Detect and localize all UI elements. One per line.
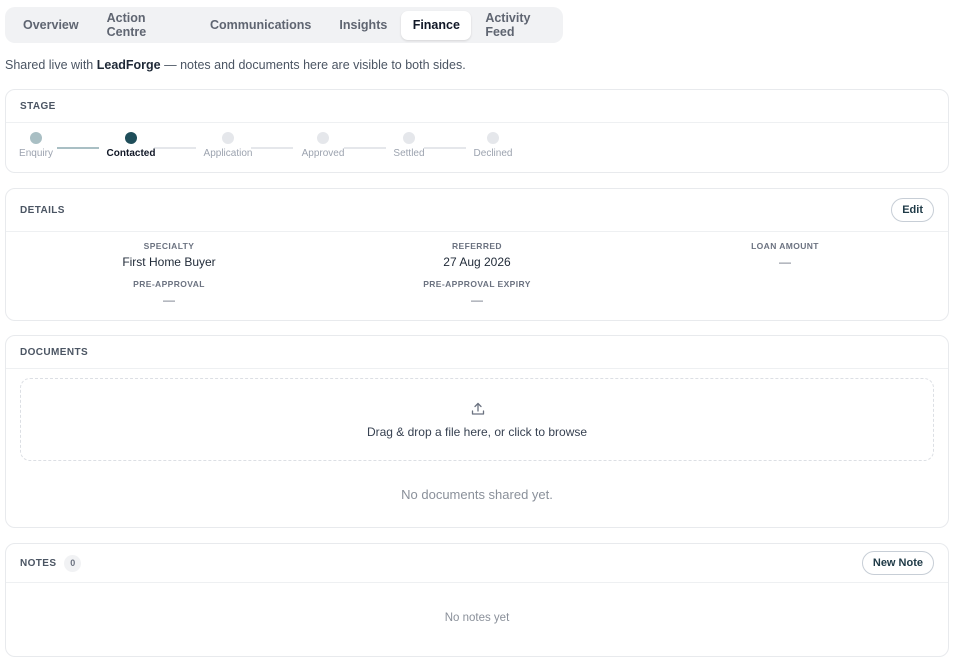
notes-empty-state: No notes yet: [444, 612, 510, 624]
field-label: REFERRED: [452, 241, 502, 251]
documents-heading: DOCUMENTS: [6, 336, 948, 369]
notes-heading: NOTES 0: [6, 544, 948, 583]
field-value: First Home Buyer: [122, 255, 216, 269]
tab-activity-feed[interactable]: Activity Feed: [471, 11, 559, 40]
tab-overview[interactable]: Overview: [9, 11, 93, 40]
stage-step-settled: Settled: [384, 132, 434, 159]
field-label: PRE-APPROVAL EXPIRY: [423, 279, 531, 289]
field-referred: REFERRED 27 Aug 2026: [377, 241, 577, 269]
stage-label: Application: [203, 148, 253, 159]
partner-name: LeadForge: [96, 58, 161, 72]
stage-dot: [403, 132, 415, 144]
stage-dot: [125, 132, 137, 144]
field-specialty: SPECIALTY First Home Buyer: [69, 241, 269, 269]
field-label: LOAN AMOUNT: [751, 241, 819, 251]
new-note-button[interactable]: New Note: [861, 551, 934, 575]
tab-insights[interactable]: Insights: [325, 11, 401, 40]
file-dropzone[interactable]: Drag & drop a file here, or click to bro…: [20, 378, 934, 461]
stage-dot: [317, 132, 329, 144]
tab-finance[interactable]: Finance: [401, 10, 472, 40]
field-value: —: [779, 255, 791, 269]
tab-bar: Overview Action Centre Communications In…: [5, 7, 563, 43]
stage-label: Enquiry: [19, 148, 53, 159]
details-title: DETAILS: [20, 204, 65, 216]
notes-count-badge: 0: [64, 554, 82, 572]
stage-label: Declined: [473, 148, 513, 159]
shared-suffix: — notes and documents here are visible t…: [164, 58, 466, 72]
stage-step-declined: Declined: [466, 132, 520, 159]
notes-card: NOTES 0 New Note No notes yet: [5, 543, 949, 657]
edit-button[interactable]: Edit: [891, 198, 934, 222]
stage-label: Contacted: [106, 148, 156, 159]
shared-notice: Shared live with LeadForge — notes and d…: [5, 58, 466, 72]
stage-step-enquiry: Enquiry: [16, 132, 56, 159]
stage-step-approved: Approved: [294, 132, 352, 159]
tab-communications[interactable]: Communications: [196, 11, 325, 40]
stage-step-contacted: Contacted: [101, 132, 161, 159]
stage-dot: [30, 132, 42, 144]
field-label: SPECIALTY: [143, 241, 195, 251]
field-pre-approval: PRE-APPROVAL —: [69, 279, 269, 307]
field-label: PRE-APPROVAL: [133, 279, 205, 289]
notes-title: NOTES: [20, 557, 57, 569]
stage-card: STAGE Enquiry Contacted Application Appr…: [5, 89, 949, 173]
details-card: DETAILS Edit SPECIALTY First Home Buyer …: [5, 188, 949, 321]
documents-empty-state: No documents shared yet.: [401, 487, 553, 502]
tab-action-centre[interactable]: Action Centre: [93, 11, 196, 40]
stage-label: Settled: [393, 148, 425, 159]
stage-connector: [57, 147, 99, 149]
stage-label: Approved: [301, 148, 345, 159]
stage-step-application: Application: [197, 132, 259, 159]
documents-card: DOCUMENTS Drag & drop a file here, or cl…: [5, 335, 949, 528]
field-pre-approval-expiry: PRE-APPROVAL EXPIRY —: [377, 279, 577, 307]
shared-prefix: Shared live with: [5, 58, 94, 72]
dropzone-text: Drag & drop a file here, or click to bro…: [366, 425, 588, 439]
field-loan-amount: LOAN AMOUNT —: [685, 241, 885, 269]
field-value: —: [471, 293, 483, 307]
stage-dot: [487, 132, 499, 144]
details-heading: DETAILS: [6, 189, 948, 232]
field-value: —: [163, 293, 175, 307]
upload-icon: [471, 402, 485, 421]
stage-heading: STAGE: [6, 90, 948, 123]
stage-dot: [222, 132, 234, 144]
field-value: 27 Aug 2026: [443, 255, 511, 269]
